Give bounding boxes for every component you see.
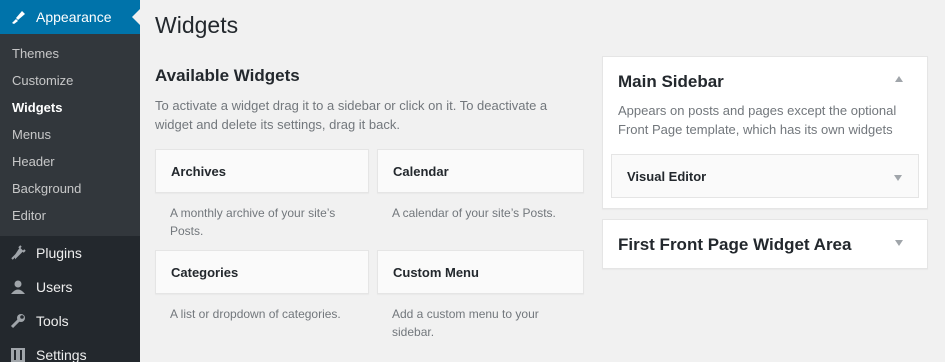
area-description: Appears on posts and pages except the op… (618, 103, 897, 137)
widget-custom-menu[interactable]: Custom Menu (377, 250, 584, 294)
menu-settings[interactable]: Settings (0, 338, 140, 362)
widget-title: Categories (171, 264, 239, 280)
submenu-background[interactable]: Background (0, 175, 140, 202)
expand-arrow-icon[interactable] (894, 175, 902, 181)
users-icon (0, 279, 36, 295)
widget-visual-editor[interactable]: Visual Editor (611, 154, 919, 198)
widget-title: Calendar (393, 163, 449, 179)
submenu-editor[interactable]: Editor (0, 202, 140, 229)
menu-tools[interactable]: Tools (0, 304, 140, 338)
admin-sidebar: Appearance Themes Customize Widgets Menu… (0, 0, 140, 362)
area-title: First Front Page Widget Area (618, 235, 852, 254)
widget-archives[interactable]: Archives (155, 149, 369, 193)
menu-settings-label: Settings (36, 347, 87, 362)
submenu-customize[interactable]: Customize (0, 67, 140, 94)
submenu-widgets[interactable]: Widgets (0, 94, 140, 121)
sidebar-area-first-front[interactable]: First Front Page Widget Area (602, 219, 928, 269)
current-menu-arrow (132, 9, 140, 25)
available-widgets-description: To activate a widget drag it to a sideba… (155, 98, 548, 132)
available-widgets-title: Available Widgets (155, 66, 300, 85)
menu-tools-label: Tools (36, 313, 69, 329)
menu-plugins[interactable]: Plugins (0, 236, 140, 270)
widget-description: A monthly archive of your site’s Posts. (170, 206, 336, 238)
widget-title: Custom Menu (393, 264, 479, 280)
paintbrush-icon (0, 8, 36, 26)
submenu-menus[interactable]: Menus (0, 121, 140, 148)
wrench-icon (0, 313, 36, 329)
collapse-arrow-icon[interactable] (895, 76, 903, 82)
widget-calendar[interactable]: Calendar (377, 149, 584, 193)
expand-arrow-icon[interactable] (895, 240, 903, 246)
menu-appearance[interactable]: Appearance (0, 0, 140, 34)
widget-title: Visual Editor (627, 168, 707, 184)
area-title[interactable]: Main Sidebar (618, 72, 724, 92)
widget-categories[interactable]: Categories (155, 250, 369, 294)
widget-description: Add a custom menu to your sidebar. (392, 307, 539, 339)
submenu-header[interactable]: Header (0, 148, 140, 175)
appearance-submenu: Themes Customize Widgets Menus Header Ba… (0, 34, 140, 236)
menu-users[interactable]: Users (0, 270, 140, 304)
menu-plugins-label: Plugins (36, 245, 82, 261)
menu-appearance-label: Appearance (36, 9, 112, 25)
widget-description: A list or dropdown of categories. (170, 307, 341, 321)
plugin-icon (0, 245, 36, 261)
menu-users-label: Users (36, 279, 73, 295)
submenu-themes[interactable]: Themes (0, 40, 140, 67)
settings-icon (0, 347, 36, 362)
widget-description: A calendar of your site’s Posts. (392, 206, 556, 220)
widget-title: Archives (171, 163, 226, 179)
page-title: Widgets (155, 12, 239, 38)
sidebar-area-main: Main Sidebar Appears on posts and pages … (602, 56, 928, 209)
